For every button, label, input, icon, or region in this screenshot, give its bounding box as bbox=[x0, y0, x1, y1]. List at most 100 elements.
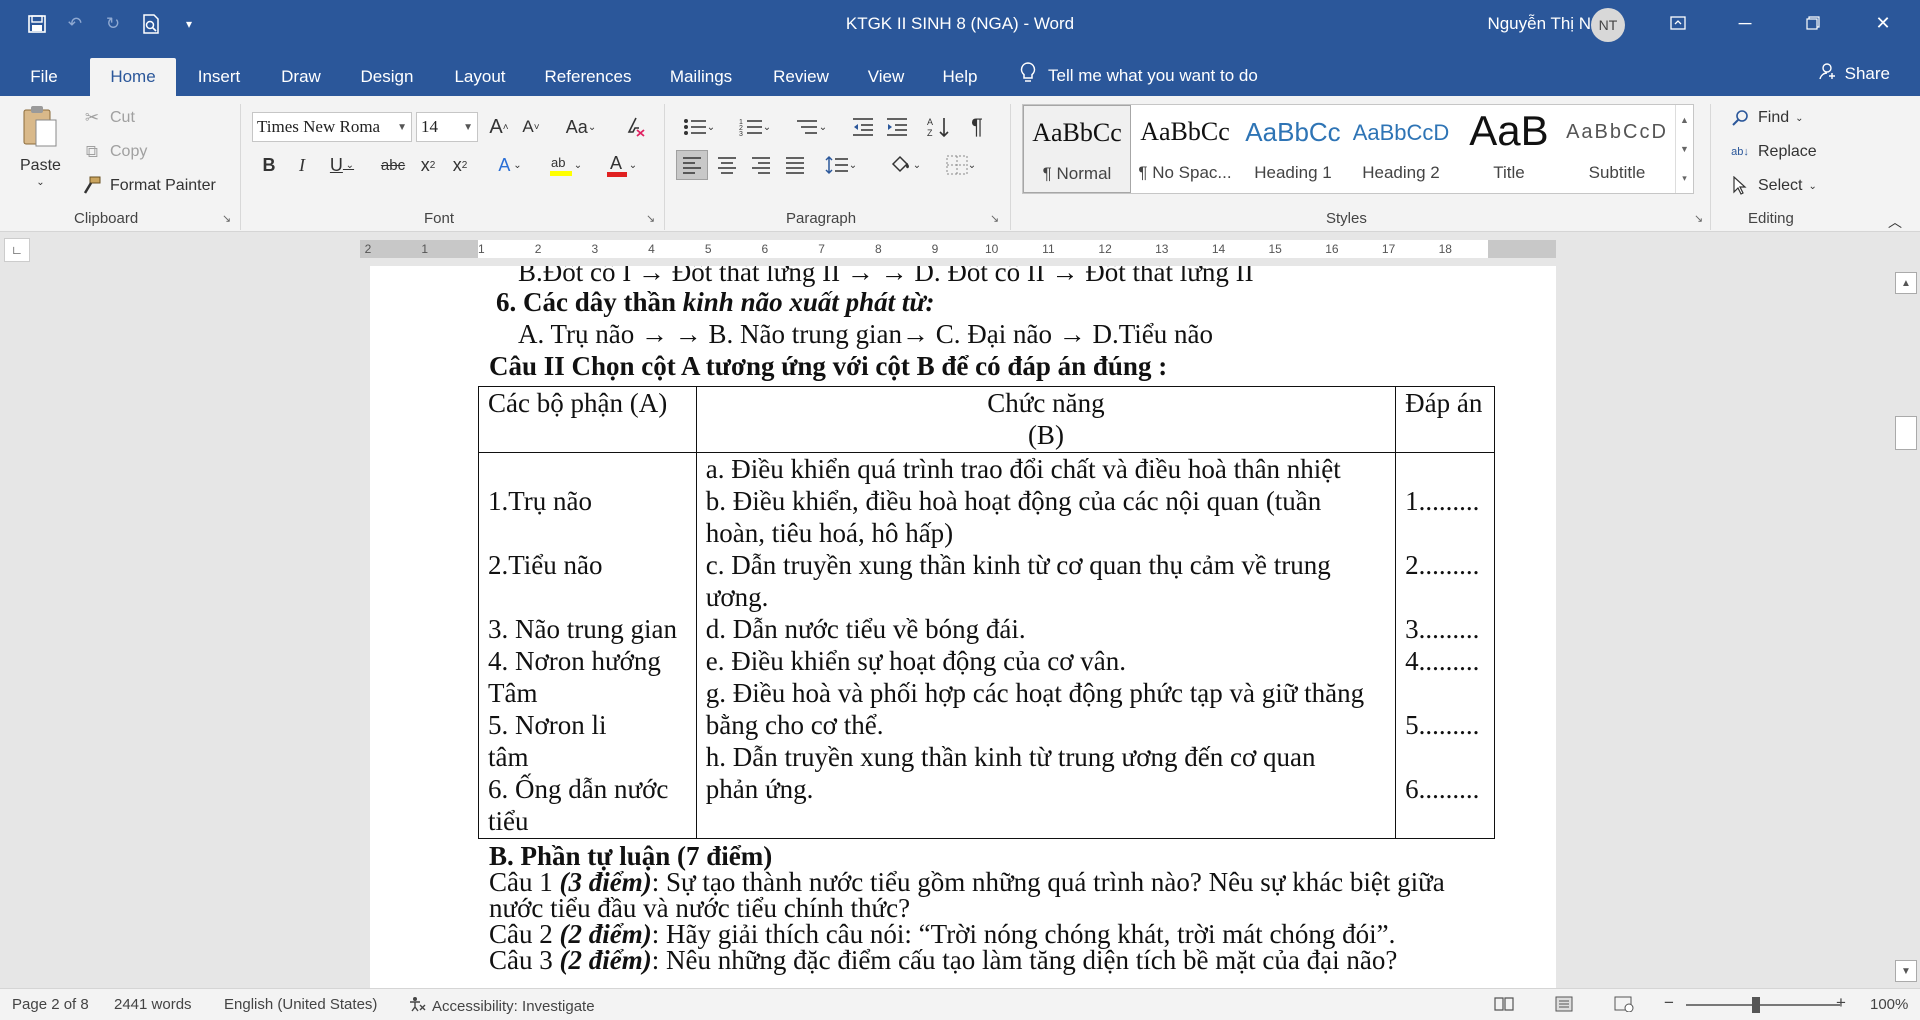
numbering-icon[interactable]: 1 2 3 ⌄ bbox=[732, 112, 778, 142]
tell-me-search[interactable]: Tell me what you want to do bbox=[1020, 62, 1258, 89]
borders-icon[interactable]: ⌄ bbox=[938, 150, 984, 180]
multilevel-list-icon[interactable]: ⌄ bbox=[788, 112, 834, 142]
zoom-slider-thumb[interactable] bbox=[1752, 997, 1760, 1013]
web-layout-icon[interactable] bbox=[1614, 996, 1634, 1016]
bold-icon[interactable]: B bbox=[254, 150, 284, 180]
zoom-slider[interactable] bbox=[1686, 1004, 1840, 1006]
replace-button[interactable]: ab↓ Replace bbox=[1728, 140, 1817, 164]
line-spacing-icon[interactable]: ⌄ bbox=[818, 150, 864, 180]
styles-group-label: Styles bbox=[1326, 210, 1367, 227]
align-left-icon[interactable] bbox=[676, 150, 708, 180]
text-effects-icon[interactable]: A ⌄ bbox=[488, 150, 532, 180]
style-heading-1[interactable]: AaBbCc Heading 1 bbox=[1239, 105, 1347, 193]
tab-file[interactable]: File bbox=[18, 58, 70, 96]
scroll-down-icon[interactable]: ▼ bbox=[1895, 960, 1917, 982]
tab-layout[interactable]: Layout bbox=[442, 58, 518, 96]
c3-text: : Nêu những đặc điểm cấu tạo làm tăng di… bbox=[651, 945, 1398, 975]
more-styles-icon[interactable]: ▾ bbox=[1682, 173, 1687, 184]
superscript-icon[interactable]: x2 bbox=[446, 150, 474, 180]
sort-icon[interactable]: AZ bbox=[924, 112, 954, 142]
pilcrow-icon[interactable]: ¶ bbox=[962, 112, 992, 142]
align-center-icon[interactable] bbox=[712, 150, 742, 180]
subscript-icon[interactable]: x2 bbox=[414, 150, 442, 180]
word-count[interactable]: 2441 words bbox=[114, 996, 192, 1013]
highlight-color-icon[interactable]: ab ⌄ bbox=[540, 150, 590, 180]
select-button[interactable]: Select ⌄ bbox=[1728, 174, 1817, 198]
decrease-indent-icon[interactable] bbox=[848, 112, 878, 142]
format-painter-label: Format Painter bbox=[110, 177, 216, 194]
align-right-icon[interactable] bbox=[746, 150, 776, 180]
font-color-icon[interactable]: A ⌄ bbox=[598, 150, 644, 180]
styles-gallery-scroll[interactable]: ▲ ▼ ▾ bbox=[1675, 105, 1693, 193]
grow-font-icon[interactable]: A ˄ bbox=[486, 112, 512, 142]
redo-icon[interactable]: ↻ bbox=[96, 10, 130, 38]
italic-icon[interactable]: I bbox=[288, 150, 316, 180]
document-page[interactable]: B.Đốt cổ I → Đốt thắt lưng II → → D. Đốt… bbox=[370, 266, 1556, 988]
language-indicator[interactable]: English (United States) bbox=[224, 996, 377, 1013]
accessibility-button[interactable]: Accessibility: Investigate bbox=[408, 996, 595, 1016]
style-subtitle[interactable]: AaBbCcD Subtitle bbox=[1563, 105, 1671, 193]
font-size-value: 14 bbox=[421, 117, 438, 136]
strikethrough-icon[interactable]: abc bbox=[376, 150, 410, 180]
tab-help[interactable]: Help bbox=[932, 58, 988, 96]
tab-insert[interactable]: Insert bbox=[186, 58, 252, 96]
font-name-combo[interactable]: Times New Roma ▼ bbox=[252, 112, 412, 142]
clear-formatting-icon[interactable] bbox=[622, 112, 650, 142]
restore-icon[interactable] bbox=[1790, 6, 1836, 40]
scroll-thumb[interactable] bbox=[1895, 416, 1917, 450]
close-icon[interactable]: ✕ bbox=[1860, 6, 1906, 40]
style-title[interactable]: AaB Title bbox=[1455, 105, 1563, 193]
avatar[interactable]: NT bbox=[1591, 8, 1625, 42]
ribbon-display-options-icon[interactable] bbox=[1655, 6, 1701, 40]
shrink-font-icon[interactable]: A ˅ bbox=[518, 112, 544, 142]
group-divider bbox=[240, 104, 241, 230]
zoom-in-icon[interactable]: + bbox=[1836, 993, 1846, 1013]
tab-home[interactable]: Home bbox=[90, 58, 176, 96]
chevron-down-icon: ▼ bbox=[397, 121, 407, 133]
style-heading-2[interactable]: AaBbCcD Heading 2 bbox=[1347, 105, 1455, 193]
format-painter-button[interactable]: Format Painter bbox=[80, 174, 216, 198]
shading-icon[interactable]: ⌄ bbox=[882, 150, 928, 180]
paste-button[interactable]: Paste ⌄ bbox=[20, 104, 61, 188]
undo-icon[interactable]: ↶ bbox=[58, 10, 92, 38]
tab-draw[interactable]: Draw bbox=[270, 58, 332, 96]
horizontal-ruler[interactable]: 2 1 1 2 3 4 5 6 7 8 9 10 11 12 13 14 15 16 17 18 bbox=[360, 240, 1556, 258]
scroll-up-icon[interactable]: ▲ bbox=[1895, 272, 1917, 294]
paragraph-launcher-icon[interactable]: ↘ bbox=[990, 212, 999, 225]
tab-mailings[interactable]: Mailings bbox=[658, 58, 744, 96]
change-case-icon[interactable]: Aa ⌄ bbox=[558, 112, 604, 142]
find-button[interactable]: Find ⌄ bbox=[1728, 106, 1804, 130]
zoom-level[interactable]: 100% bbox=[1870, 996, 1908, 1013]
cut-button[interactable]: ✂ Cut bbox=[80, 106, 135, 130]
page-indicator[interactable]: Page 2 of 8 bbox=[12, 996, 89, 1013]
tab-view[interactable]: View bbox=[858, 58, 914, 96]
collapse-ribbon-icon[interactable]: ︿ bbox=[1888, 212, 1902, 232]
print-preview-icon[interactable] bbox=[134, 10, 168, 38]
tab-review[interactable]: Review bbox=[762, 58, 840, 96]
share-button[interactable]: Share bbox=[1818, 62, 1890, 85]
save-icon[interactable] bbox=[20, 10, 54, 38]
zoom-out-icon[interactable]: − bbox=[1664, 993, 1674, 1013]
customize-qat-icon[interactable]: ▾ bbox=[172, 10, 206, 38]
clipboard-launcher-icon[interactable]: ↘ bbox=[222, 212, 231, 225]
style-no-spacing[interactable]: AaBbCc ¶ No Spac... bbox=[1131, 105, 1239, 193]
print-layout-icon[interactable] bbox=[1554, 996, 1574, 1016]
font-size-combo[interactable]: 14 ▼ bbox=[416, 112, 478, 142]
tab-references[interactable]: References bbox=[534, 58, 642, 96]
cell-line bbox=[488, 517, 687, 549]
bullets-icon[interactable]: ⌄ bbox=[676, 112, 722, 142]
vertical-scrollbar[interactable]: ▲ ▼ bbox=[1892, 266, 1920, 988]
tab-design[interactable]: Design bbox=[350, 58, 424, 96]
chevron-up-icon[interactable]: ▲ bbox=[1680, 115, 1689, 125]
styles-launcher-icon[interactable]: ↘ bbox=[1694, 212, 1703, 225]
tab-selector[interactable]: ∟ bbox=[4, 238, 30, 262]
read-mode-icon[interactable] bbox=[1494, 996, 1514, 1016]
increase-indent-icon[interactable] bbox=[882, 112, 912, 142]
minimize-icon[interactable]: ─ bbox=[1722, 6, 1768, 40]
font-launcher-icon[interactable]: ↘ bbox=[646, 212, 655, 225]
copy-button[interactable]: ⧉ Copy bbox=[80, 140, 147, 164]
justify-icon[interactable] bbox=[780, 150, 810, 180]
chevron-down-icon[interactable]: ▼ bbox=[1680, 144, 1689, 154]
underline-icon[interactable]: U ⌄ bbox=[320, 150, 364, 180]
style-normal[interactable]: AaBbCc ¶ Normal bbox=[1023, 105, 1131, 193]
